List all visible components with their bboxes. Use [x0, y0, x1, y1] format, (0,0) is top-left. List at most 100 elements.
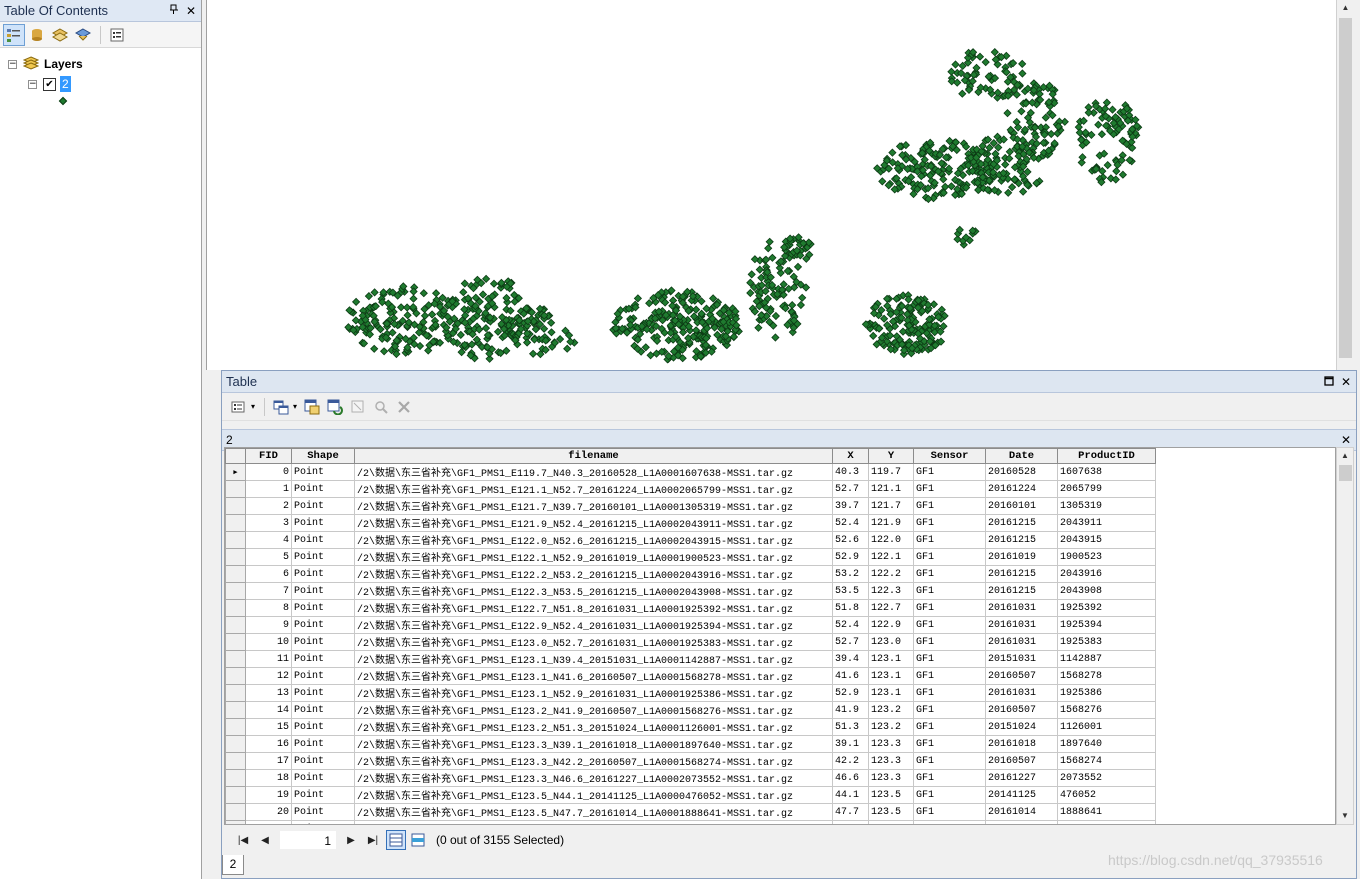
close-icon[interactable]: ✕ — [1339, 375, 1353, 389]
cell-filename[interactable]: /2\数据\东三省补充\GF1_PMS1_E122.1_N52.9_201610… — [354, 548, 833, 566]
cell-y[interactable]: 123.0 — [868, 633, 914, 651]
cell-filename[interactable]: /2\数据\东三省补充\GF1_PMS1_E121.7_N39.7_201601… — [354, 497, 833, 515]
cell-filename[interactable]: /2\数据\东三省补充\GF1_PMS1_E123.3_N42.2_201605… — [354, 752, 833, 770]
cell-y[interactable]: 123.2 — [868, 701, 914, 719]
column-header-shape[interactable]: Shape — [291, 448, 355, 464]
last-record-icon[interactable]: ▶| — [362, 835, 384, 846]
cell-y[interactable]: 123.3 — [868, 735, 914, 753]
cell-shape[interactable]: Point — [291, 514, 355, 532]
table-tab-label[interactable]: 2 — [226, 433, 1339, 447]
cell-fid[interactable]: 14 — [245, 701, 292, 719]
map-vertical-scrollbar[interactable]: ▲ — [1336, 0, 1354, 370]
cell-filename[interactable]: /2\数据\东三省补充\GF1_PMS1_E123.2_N51.3_201510… — [354, 718, 833, 736]
table-row[interactable]: 8 Point/2\数据\东三省补充\GF1_PMS1_E122.7_N51.8_… — [225, 599, 1156, 617]
cell-fid[interactable]: 8 — [245, 599, 292, 617]
row-selector[interactable] — [225, 752, 246, 770]
cell-sensor[interactable]: GF1 — [913, 820, 986, 824]
cell-date[interactable]: 20161215 — [985, 582, 1058, 600]
cell-productid[interactable]: 2043911 — [1057, 514, 1156, 532]
cell-y[interactable]: 121.9 — [868, 514, 914, 532]
layer-visibility-checkbox[interactable]: ✔ — [43, 77, 56, 91]
cell-fid[interactable]: 11 — [245, 650, 292, 668]
cell-productid[interactable]: 1897640 — [1057, 735, 1156, 753]
cell-shape[interactable]: Point — [291, 769, 355, 787]
cell-filename[interactable]: /2\数据\东三省补充\GF1_PMS1_E123.5_N47.7_201610… — [354, 803, 833, 821]
previous-record-icon[interactable]: ◀ — [254, 835, 276, 846]
table-row[interactable]: 16 Point/2\数据\东三省补充\GF1_PMS1_E123.3_N39.1… — [225, 735, 1156, 753]
cell-shape[interactable]: Point — [291, 752, 355, 770]
list-by-source-icon[interactable] — [26, 24, 48, 46]
cell-fid[interactable]: 10 — [245, 633, 292, 651]
cell-sensor[interactable]: GF1 — [913, 803, 986, 821]
cell-fid[interactable]: 16 — [245, 735, 292, 753]
cell-date[interactable]: 20160101 — [985, 497, 1058, 515]
cell-date[interactable]: 20161215 — [985, 514, 1058, 532]
column-header-sensor[interactable]: Sensor — [913, 448, 986, 464]
row-selector[interactable] — [225, 769, 246, 787]
cell-date[interactable]: 20161031 — [985, 633, 1058, 651]
cell-filename[interactable]: /2\数据\东三省补充\GF1_PMS1_E123.2_N41.9_201605… — [354, 701, 833, 719]
cell-productid[interactable]: 1305319 — [1057, 497, 1156, 515]
cell-shape[interactable]: Point — [291, 548, 355, 566]
cell-y[interactable]: 119.7 — [868, 463, 914, 481]
table-row[interactable]: ▶ 0 Point/2\数据\东三省补充\GF1_PMS1_E119.7_N40.3… — [225, 463, 1156, 481]
cell-x[interactable]: 53.5 — [832, 582, 869, 600]
layers-root[interactable]: − Layers — [8, 54, 201, 74]
cell-shape[interactable]: Point — [291, 803, 355, 821]
cell-filename[interactable]: /2\数据\东三省补充\GF1_PMS1_E123.5_N44.1_201411… — [354, 786, 833, 804]
cell-x[interactable]: 42.2 — [832, 752, 869, 770]
row-selector[interactable] — [225, 718, 246, 736]
row-selector[interactable] — [225, 582, 246, 600]
cell-date[interactable]: 20161224 — [985, 480, 1058, 498]
table-row[interactable]: 20 Point/2\数据\东三省补充\GF1_PMS1_E123.5_N47.7… — [225, 803, 1156, 821]
cell-date[interactable]: 20161019 — [985, 548, 1058, 566]
table-row[interactable]: 15 Point/2\数据\东三省补充\GF1_PMS1_E123.2_N51.3… — [225, 718, 1156, 736]
cell-filename[interactable]: /2\数据\东三省补充\GF1_PMS1_E123.0_N52.7_201610… — [354, 633, 833, 651]
chevron-down-icon[interactable]: ▾ — [251, 402, 255, 411]
next-record-icon[interactable]: ▶ — [340, 835, 362, 846]
cell-filename[interactable]: /2\数据\东三省补充\GF1_PMS1_E123.3_N39.1_201610… — [354, 735, 833, 753]
first-record-icon[interactable]: |◀ — [232, 835, 254, 846]
cell-productid[interactable]: 2043916 — [1057, 565, 1156, 583]
cell-filename[interactable]: /2\数据\东三省补充\GF1_PMS1_E121.1_N52.7_201612… — [354, 480, 833, 498]
cell-filename[interactable]: /2\数据\东三省补充\GF1_PMS1_E122.7_N51.8_201610… — [354, 599, 833, 617]
related-tables-icon[interactable] — [270, 396, 292, 418]
table-row[interactable]: 1 Point/2\数据\东三省补充\GF1_PMS1_E121.1_N52.7_… — [225, 480, 1156, 498]
cell-y[interactable]: 121.1 — [868, 480, 914, 498]
row-selector[interactable] — [225, 514, 246, 532]
table-row[interactable]: 13 Point/2\数据\东三省补充\GF1_PMS1_E123.1_N52.9… — [225, 684, 1156, 702]
cell-sensor[interactable]: GF1 — [913, 463, 986, 481]
table-row[interactable]: 14 Point/2\数据\东三省补充\GF1_PMS1_E123.2_N41.9… — [225, 701, 1156, 719]
cell-fid[interactable]: 6 — [245, 565, 292, 583]
cell-x[interactable]: 52.6 — [832, 531, 869, 549]
show-selected-records-icon[interactable] — [408, 830, 428, 850]
collapse-icon[interactable]: − — [8, 59, 17, 69]
cell-y[interactable]: 123.8 — [868, 820, 914, 824]
scroll-down-icon[interactable]: ▼ — [1337, 808, 1353, 824]
cell-x[interactable]: 40.8 — [832, 820, 869, 824]
cell-shape[interactable]: Point — [291, 786, 355, 804]
cell-shape[interactable]: Point — [291, 531, 355, 549]
maximize-icon[interactable] — [1322, 375, 1336, 389]
select-by-attributes-icon[interactable] — [301, 396, 323, 418]
cell-filename[interactable]: /2\数据\东三省补充\GF1_PMS1_E121.9_N52.4_201612… — [354, 514, 833, 532]
cell-productid[interactable]: 1925383 — [1057, 633, 1156, 651]
cell-sensor[interactable]: GF1 — [913, 701, 986, 719]
cell-fid[interactable]: 21 — [245, 820, 292, 824]
table-row[interactable]: 6 Point/2\数据\东三省补充\GF1_PMS1_E122.2_N53.2_… — [225, 565, 1156, 583]
cell-sensor[interactable]: GF1 — [913, 633, 986, 651]
column-header-date[interactable]: Date — [985, 448, 1058, 464]
cell-date[interactable]: 20161031 — [985, 616, 1058, 634]
cell-x[interactable]: 47.7 — [832, 803, 869, 821]
cell-date[interactable]: 20161018 — [985, 735, 1058, 753]
row-selector[interactable] — [225, 548, 246, 566]
cell-sensor[interactable]: GF1 — [913, 752, 986, 770]
row-selector[interactable] — [225, 684, 246, 702]
cell-productid[interactable]: 1925392 — [1057, 599, 1156, 617]
cell-x[interactable]: 39.4 — [832, 650, 869, 668]
cell-y[interactable]: 122.9 — [868, 616, 914, 634]
cell-filename[interactable]: /2\数据\东三省补充\GF1_PMS1_E122.9_N52.4_201610… — [354, 616, 833, 634]
cell-sensor[interactable]: GF1 — [913, 548, 986, 566]
cell-x[interactable]: 41.9 — [832, 701, 869, 719]
cell-filename[interactable]: /2\数据\东三省补充\GF1_PMS1_E123.8_N40.8_201610… — [354, 820, 833, 824]
